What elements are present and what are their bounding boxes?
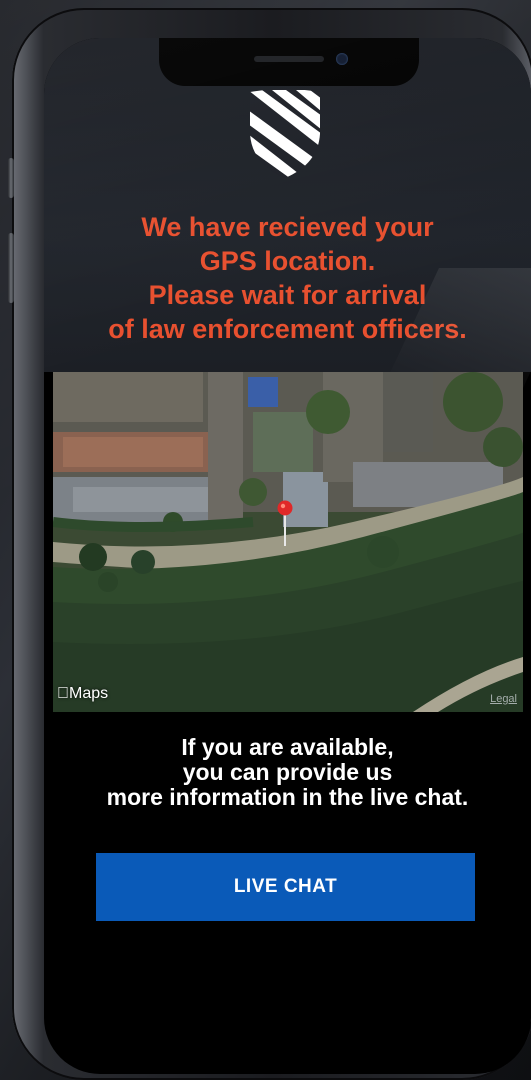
front-camera <box>336 53 348 65</box>
maps-attribution: Maps <box>57 685 108 702</box>
earpiece-speaker <box>254 56 324 62</box>
volume-down-button <box>8 233 14 303</box>
live-chat-info-text: If you are available, you can provide us… <box>106 734 469 810</box>
satellite-map[interactable]: Maps Legal <box>53 372 523 712</box>
phone-screen: We have recieved your GPS location. Plea… <box>44 38 531 1074</box>
live-chat-button[interactable]: LIVE CHAT <box>96 853 475 921</box>
gps-received-message: We have recieved your GPS location. Plea… <box>108 212 467 344</box>
header-area: We have recieved your GPS location. Plea… <box>44 38 531 372</box>
apple-logo-icon:  <box>57 685 69 702</box>
notch <box>159 38 419 86</box>
phone-frame: We have recieved your GPS location. Plea… <box>8 8 531 1080</box>
map-pin-icon[interactable] <box>277 500 293 546</box>
volume-up-button <box>8 158 14 198</box>
legal-link[interactable]: Legal <box>490 693 517 705</box>
striped-shield-icon <box>250 89 320 178</box>
